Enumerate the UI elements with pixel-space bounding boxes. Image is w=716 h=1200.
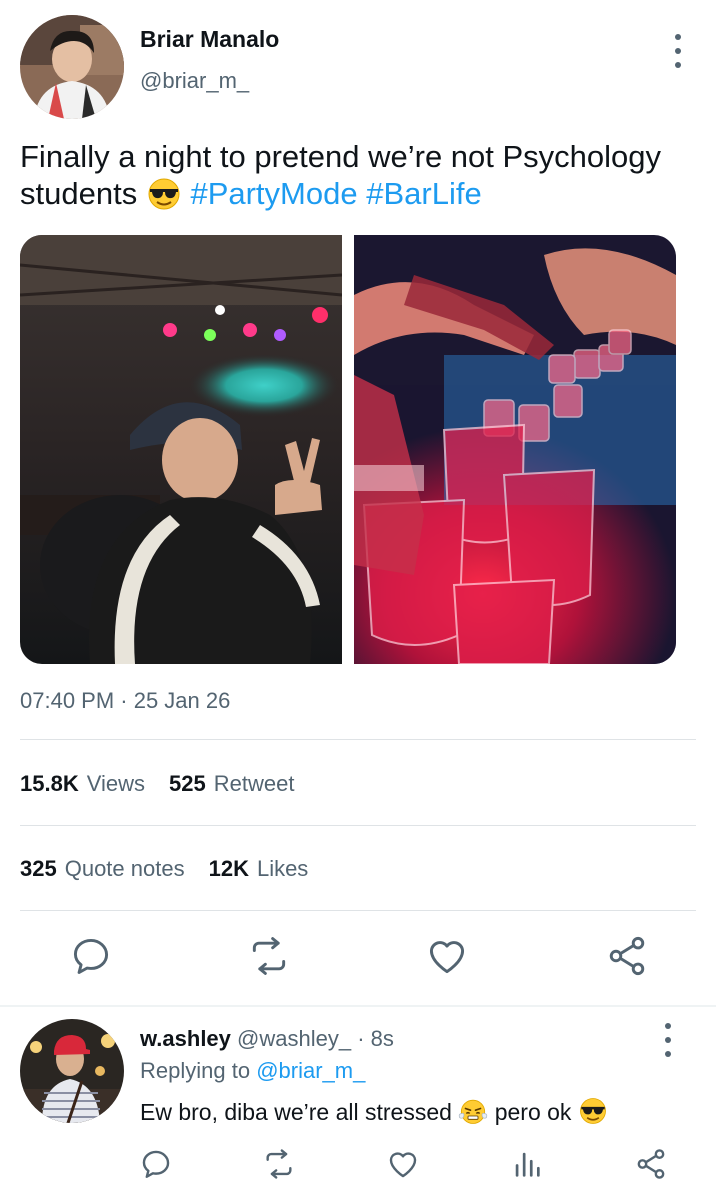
retweet-stat[interactable]: 525 Retweet [169, 771, 294, 797]
reply-time[interactable]: 8s [371, 1026, 394, 1051]
dot [665, 1051, 671, 1057]
quote-label: Quote notes [64, 856, 185, 881]
dot [665, 1037, 671, 1043]
divider [20, 825, 696, 826]
retweet-icon[interactable] [262, 1147, 296, 1181]
quote-stat[interactable]: 325 Quote notes [20, 856, 185, 882]
more-options-icon[interactable] [668, 34, 688, 68]
hashtag-link[interactable]: #BarLife [366, 176, 481, 211]
reply-text-part1: Ew bro, diba we’re all stressed [140, 1099, 452, 1125]
reply-text: Ew bro, diba we’re all stressed pero ok [140, 1097, 608, 1126]
reply-text-part2: pero ok [494, 1099, 572, 1125]
views-icon[interactable] [510, 1147, 544, 1181]
dot [675, 34, 681, 40]
dot [665, 1023, 671, 1029]
like-icon[interactable] [425, 934, 469, 978]
replying-prefix: Replying to [140, 1058, 251, 1083]
reply-icon[interactable] [69, 934, 113, 978]
reply-actions [0, 1147, 716, 1187]
steam-face-emoji-icon [458, 1097, 488, 1125]
views-stat[interactable]: 15.8K Views [20, 771, 145, 797]
quote-count: 325 [20, 856, 57, 881]
author-handle[interactable]: @briar_m_ [140, 68, 249, 94]
share-icon[interactable] [605, 934, 649, 978]
like-icon[interactable] [386, 1147, 420, 1181]
sunglasses-emoji-icon [146, 178, 182, 210]
divider [20, 739, 696, 740]
likes-stat[interactable]: 12K Likes [209, 856, 309, 882]
retweet-icon[interactable] [247, 934, 291, 978]
reply-icon[interactable] [139, 1147, 173, 1181]
divider [20, 910, 696, 911]
separator-dot: · [357, 1026, 365, 1051]
tweet-timestamp[interactable]: 07:40 PM · 25 Jan 26 [20, 688, 230, 714]
reply-author-avatar[interactable] [20, 1019, 124, 1123]
tweet-text: Finally a night to pretend we’re not Psy… [20, 138, 700, 212]
hashtag-link[interactable]: #PartyMode [190, 176, 357, 211]
main-tweet: Briar Manalo @briar_m_ Finally a night t… [0, 0, 716, 1005]
replying-to: Replying to @briar_m_ [140, 1058, 365, 1084]
reply-author-handle[interactable]: @washley_ [237, 1026, 351, 1051]
author-avatar[interactable] [20, 15, 124, 119]
reply-tweet: w.ashley @washley_ · 8s Replying to @bri… [0, 1007, 716, 1200]
tweet-actions [0, 934, 716, 984]
share-icon[interactable] [634, 1147, 668, 1181]
retweet-label: Retweet [213, 771, 295, 796]
bar-selfie-photo[interactable] [20, 235, 342, 664]
reply-header: w.ashley @washley_ · 8s [140, 1026, 394, 1052]
reply-more-options-icon[interactable] [658, 1023, 678, 1057]
shot-glasses-photo[interactable] [354, 235, 676, 664]
dot [675, 48, 681, 54]
stats-row-2: 325 Quote notes 12K Likes [20, 856, 308, 882]
reply-author-name[interactable]: w.ashley [140, 1026, 231, 1051]
likes-label: Likes [256, 856, 309, 881]
views-count: 15.8K [20, 771, 79, 796]
dot [675, 62, 681, 68]
views-label: Views [86, 771, 146, 796]
likes-count: 12K [208, 856, 249, 881]
author-name[interactable]: Briar Manalo [140, 26, 279, 53]
tweet-media [20, 235, 676, 664]
retweet-count: 525 [169, 771, 206, 796]
sunglasses-emoji-icon [578, 1097, 608, 1125]
stats-row-1: 15.8K Views 525 Retweet [20, 771, 294, 797]
replying-handle-link[interactable]: @briar_m_ [256, 1058, 365, 1083]
